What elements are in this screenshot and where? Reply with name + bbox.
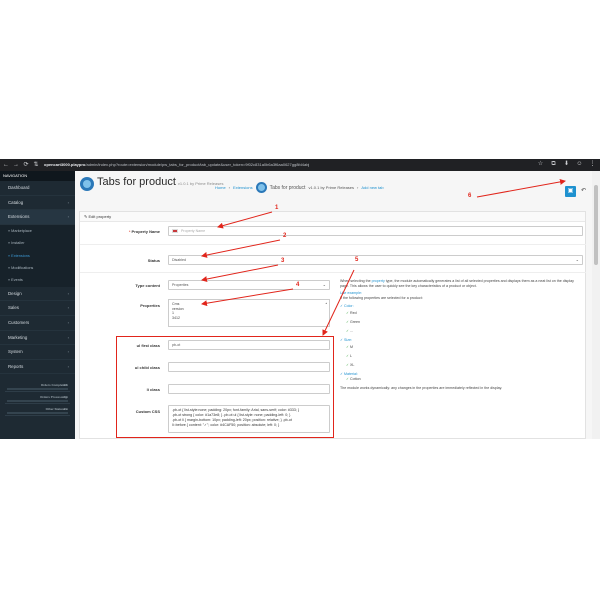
annotation-arrow [201, 264, 279, 282]
annotation-number: 3 [281, 258, 285, 264]
annotation-arrow [322, 269, 355, 336]
annotation-number: 2 [283, 233, 287, 239]
annotation-number: 6 [468, 193, 472, 199]
annotation-arrows [201, 178, 566, 336]
annotation-arrow [201, 288, 294, 307]
annotation-arrow [201, 239, 281, 258]
annotation-arrow [217, 211, 273, 229]
annotation-number: 4 [296, 282, 300, 288]
annotation-arrow [476, 178, 566, 198]
annotation-number: 5 [355, 257, 359, 263]
screenshot: ← → ⟳ ⇅ opencart3000.playpro/admin/index… [0, 159, 600, 439]
annotation-number: 1 [275, 205, 279, 211]
